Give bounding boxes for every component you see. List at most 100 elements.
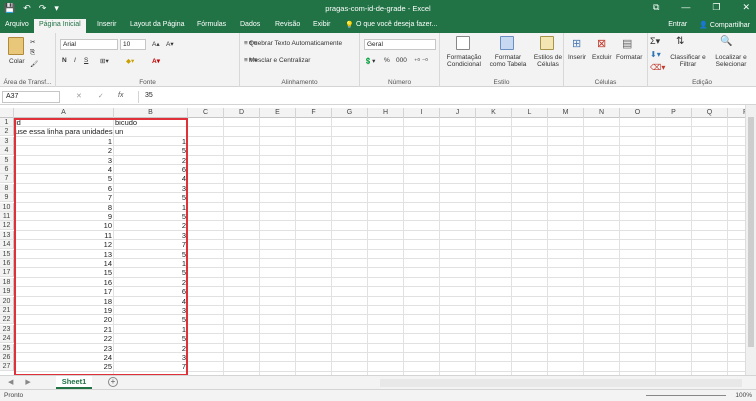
cell-a[interactable]: 18	[15, 297, 112, 306]
number-format-select[interactable]: Geral	[364, 39, 436, 50]
cell-b[interactable]: 6	[115, 165, 186, 174]
underline-button[interactable]: S	[84, 57, 88, 64]
vertical-scrollbar[interactable]	[745, 105, 756, 375]
clear-icon[interactable]: ⌫▾	[650, 63, 665, 72]
sheet-tab-sheet1[interactable]: Sheet1	[56, 376, 92, 389]
row-header[interactable]: 16	[0, 259, 14, 268]
cell-b[interactable]: 3	[115, 306, 186, 315]
column-header-b[interactable]: B	[114, 108, 188, 118]
cell-b[interactable]: 4	[115, 174, 186, 183]
cell-a[interactable]: 4	[15, 165, 112, 174]
insert-function-button[interactable]: fx	[118, 92, 123, 99]
zoom-level[interactable]: 100%	[735, 392, 752, 399]
cell-b[interactable]: 2	[115, 344, 186, 353]
bold-button[interactable]: N	[62, 57, 67, 64]
cell-a[interactable]: 3	[15, 156, 112, 165]
row-header[interactable]: 11	[0, 212, 14, 221]
cell-b[interactable]: 5	[115, 146, 186, 155]
horizontal-scrollbar[interactable]	[380, 379, 742, 387]
increase-font-icon[interactable]: A▴	[152, 40, 160, 48]
column-header-f[interactable]: F	[296, 108, 332, 118]
row-header[interactable]: 15	[0, 249, 14, 259]
row-header[interactable]: 3	[0, 136, 14, 146]
format-as-table-button[interactable]: Formatar como Tabela	[486, 54, 530, 68]
delete-cells-button[interactable]: Excluir	[592, 54, 612, 61]
tab-data[interactable]: Dados	[240, 21, 260, 28]
row-header[interactable]: 5	[0, 155, 14, 165]
column-header-n[interactable]: N	[584, 108, 620, 118]
column-header-q[interactable]: Q	[692, 108, 728, 118]
column-header-g[interactable]: G	[332, 108, 368, 118]
row-header[interactable]: 8	[0, 183, 14, 193]
cell-a[interactable]: 24	[15, 353, 112, 362]
copy-icon[interactable]: ⎘	[30, 49, 35, 57]
row-header[interactable]: 9	[0, 193, 14, 203]
cell-a[interactable]: 23	[15, 344, 112, 353]
tab-file[interactable]: Arquivo	[5, 21, 29, 28]
restore-icon[interactable]: ❐	[712, 2, 720, 13]
conditional-formatting-button[interactable]: Formatação Condicional	[442, 54, 486, 68]
row-header[interactable]: 1	[0, 118, 14, 127]
row-header[interactable]: 24	[0, 334, 14, 344]
cell-b[interactable]: 3	[115, 184, 186, 193]
column-header-a[interactable]: A	[14, 108, 114, 118]
cell-a[interactable]: 11	[15, 231, 112, 240]
cell-a[interactable]: 9	[15, 212, 112, 221]
cell-a[interactable]: 25	[15, 362, 112, 371]
cell-a[interactable]: 10	[15, 221, 112, 230]
cell-a[interactable]: id	[15, 118, 112, 127]
merge-center-button[interactable]: Mesclar e Centralizar	[249, 57, 310, 64]
cell-b[interactable]: 5	[115, 193, 186, 202]
row-header[interactable]: 26	[0, 353, 14, 362]
find-select-button[interactable]: Localizar e Selecionar	[710, 54, 752, 68]
cell-b[interactable]: 3	[115, 231, 186, 240]
font-color-icon[interactable]: A▾	[152, 57, 160, 65]
format-painter-icon[interactable]: 🖌	[30, 60, 38, 68]
cell-b[interactable]: 5	[115, 315, 186, 324]
column-header-i[interactable]: I	[404, 108, 440, 118]
italic-button[interactable]: I	[74, 57, 76, 64]
cell-b[interactable]: 1	[115, 325, 186, 334]
share-button[interactable]: 👤 Compartilhar	[699, 21, 750, 29]
font-size-select[interactable]: 10	[120, 39, 146, 50]
vertical-scrollbar-thumb[interactable]	[748, 117, 754, 347]
row-header[interactable]: 10	[0, 202, 14, 212]
row-header[interactable]: 22	[0, 315, 14, 325]
cell-a[interactable]: 20	[15, 315, 112, 324]
row-header[interactable]: 18	[0, 277, 14, 287]
percent-button[interactable]: %	[384, 57, 390, 64]
borders-icon[interactable]: ⊞▾	[100, 57, 109, 65]
tab-insert[interactable]: Inserir	[97, 21, 116, 28]
cell-a[interactable]: 22	[15, 334, 112, 343]
tab-page-layout[interactable]: Layout da Página	[130, 21, 185, 28]
enter-icon[interactable]: ✓	[98, 93, 104, 100]
autosum-icon[interactable]: Σ▾	[650, 36, 660, 47]
worksheet-grid[interactable]: ABCDEFGHIJKLMNOPQR 1idbicudo2use essa li…	[0, 108, 745, 375]
row-header[interactable]: 4	[0, 146, 14, 156]
row-header[interactable]: 21	[0, 306, 14, 315]
cell-b[interactable]: 5	[115, 334, 186, 343]
cell-a[interactable]: 15	[15, 268, 112, 277]
format-cells-button[interactable]: Formatar	[616, 54, 642, 61]
name-box[interactable]: A37	[2, 91, 60, 103]
font-name-select[interactable]: Arial	[60, 39, 118, 50]
cancel-icon[interactable]: ✕	[76, 93, 82, 100]
cell-b[interactable]: 6	[115, 287, 186, 296]
sheet-next-icon[interactable]: ▶	[25, 378, 30, 386]
thousands-button[interactable]: 000	[396, 57, 407, 64]
row-header[interactable]: 6	[0, 165, 14, 174]
decrease-font-icon[interactable]: A▾	[166, 40, 174, 48]
select-all-corner[interactable]	[0, 108, 14, 118]
column-header-k[interactable]: K	[476, 108, 512, 118]
decimal-icons[interactable]: ⁺⁰ ⁻⁰	[414, 57, 428, 65]
column-header-h[interactable]: H	[368, 108, 404, 118]
cell-b[interactable]: 2	[115, 278, 186, 287]
cut-icon[interactable]: ✂	[30, 38, 35, 46]
row-header[interactable]: 14	[0, 240, 14, 250]
fill-color-icon[interactable]: ◆▾	[126, 57, 134, 65]
row-header[interactable]: 19	[0, 287, 14, 297]
sign-in-link[interactable]: Entrar	[668, 21, 687, 29]
row-header[interactable]: 25	[0, 343, 14, 353]
column-header-j[interactable]: J	[440, 108, 476, 118]
cell-b[interactable]: 5	[115, 268, 186, 277]
